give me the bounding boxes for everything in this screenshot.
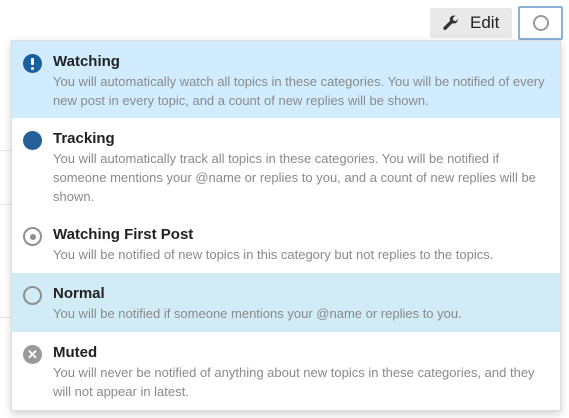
menu-item-description: You will be notified of new topics in th… xyxy=(53,247,494,262)
menu-item-description: You will automatically watch all topics … xyxy=(53,74,545,108)
notification-level-dropdown: Watching You will automatically watch al… xyxy=(11,40,561,411)
menu-item-description: You will never be notified of anything a… xyxy=(53,365,535,399)
menu-item-normal[interactable]: Normal You will be notified if someone m… xyxy=(12,273,560,332)
menu-item-title: Normal xyxy=(53,285,105,302)
circle-outline-icon xyxy=(23,286,42,305)
menu-item-title: Tracking xyxy=(53,130,115,147)
menu-item-watching[interactable]: Watching You will automatically watch al… xyxy=(12,41,560,118)
menu-item-title: Muted xyxy=(53,344,98,361)
dot-circle-icon xyxy=(23,227,42,246)
notification-level-button[interactable] xyxy=(518,6,563,40)
menu-item-muted[interactable]: ✕ Muted You will never be notified of an… xyxy=(12,332,560,411)
menu-item-title: Watching First Post xyxy=(53,226,194,243)
edit-button[interactable]: Edit xyxy=(430,8,512,38)
menu-item-description: You will be notified if someone mentions… xyxy=(53,306,462,321)
edit-button-label: Edit xyxy=(470,13,500,32)
menu-item-description: You will automatically track all topics … xyxy=(53,151,536,204)
exclamation-circle-icon xyxy=(23,54,42,73)
circle-outline-icon xyxy=(532,15,549,31)
times-circle-icon: ✕ xyxy=(23,345,42,364)
menu-item-watching-first-post[interactable]: Watching First Post You will be notified… xyxy=(12,214,560,273)
menu-item-tracking[interactable]: Tracking You will automatically track al… xyxy=(12,118,560,214)
menu-item-title: Watching xyxy=(53,53,120,70)
wrench-icon xyxy=(443,15,459,30)
filled-circle-icon xyxy=(23,131,42,150)
